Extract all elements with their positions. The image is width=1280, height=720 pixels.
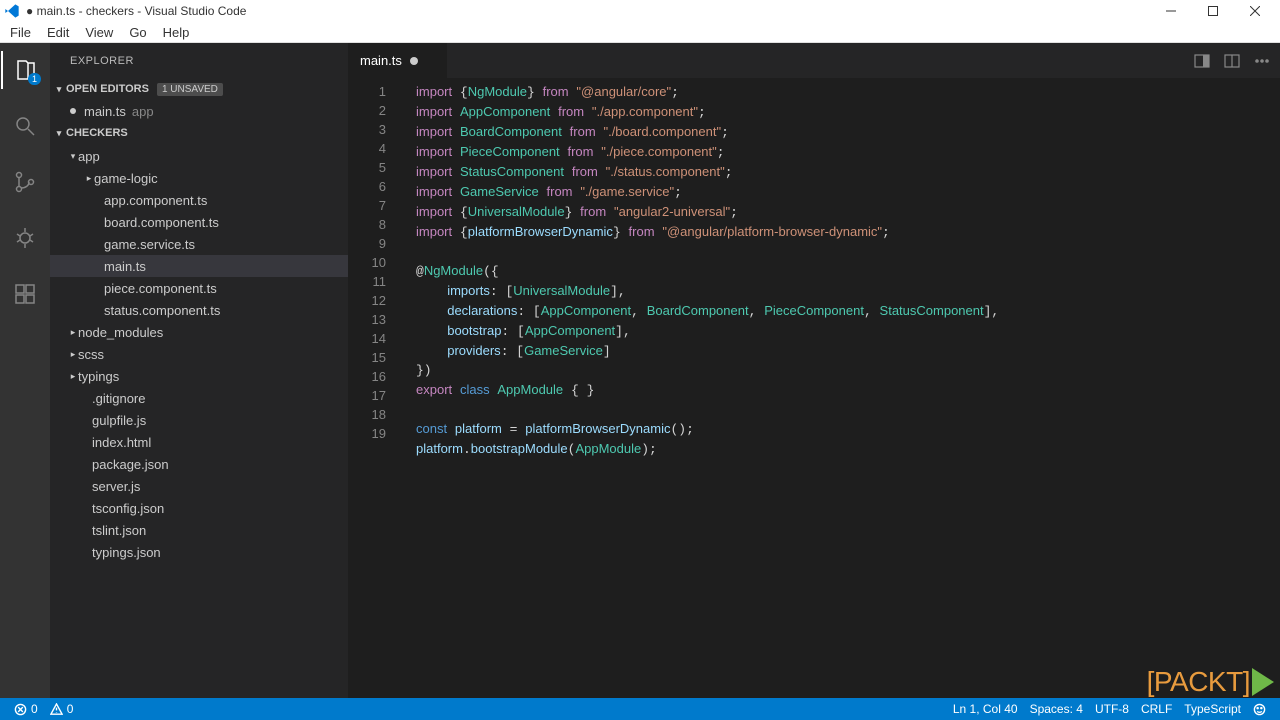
tree-item-label: piece.component.ts [104, 281, 217, 296]
activity-explorer[interactable]: 1 [1, 51, 49, 89]
tree-item-label: index.html [92, 435, 151, 450]
menu-view[interactable]: View [77, 25, 121, 40]
editor-tabs: main.ts [348, 43, 1280, 78]
tree-item-label: status.component.ts [104, 303, 220, 318]
editor-actions [1184, 43, 1280, 78]
file-item[interactable]: index.html [50, 431, 348, 453]
folder-item[interactable]: ▾app [50, 145, 348, 167]
explorer-badge: 1 [28, 73, 41, 85]
file-item[interactable]: tsconfig.json [50, 497, 348, 519]
dirty-indicator-icon [70, 108, 76, 114]
layout-icon[interactable] [1224, 53, 1240, 69]
code-content[interactable]: import {NgModule} from "@angular/core"; … [404, 78, 1280, 698]
sidebar-title: EXPLORER [50, 43, 348, 78]
open-editors-header[interactable]: ▾ OPEN EDITORS 1 UNSAVED [50, 78, 348, 100]
file-item[interactable]: typings.json [50, 541, 348, 563]
project-name: CHECKERS [66, 127, 128, 139]
chevron-right-icon: ▸ [68, 371, 78, 382]
sidebar: EXPLORER ▾ OPEN EDITORS 1 UNSAVED main.t… [50, 43, 348, 698]
activity-bar: 1 [0, 43, 50, 698]
status-encoding[interactable]: UTF-8 [1089, 698, 1135, 720]
tree-item-label: game-logic [94, 171, 158, 186]
window-title: ● main.ts - checkers - Visual Studio Cod… [26, 4, 1150, 18]
menu-go[interactable]: Go [121, 25, 154, 40]
window-titlebar: ● main.ts - checkers - Visual Studio Cod… [0, 0, 1280, 22]
folder-item[interactable]: ▸game-logic [50, 167, 348, 189]
code-editor[interactable]: 12345678910111213141516171819 import {Ng… [348, 78, 1280, 698]
tab-main-ts[interactable]: main.ts [348, 43, 448, 78]
tree-item-label: server.js [92, 479, 140, 494]
menu-help[interactable]: Help [155, 25, 198, 40]
folder-item[interactable]: ▸scss [50, 343, 348, 365]
chevron-right-icon: ▸ [84, 173, 94, 184]
split-editor-icon[interactable] [1194, 53, 1210, 69]
file-item[interactable]: gulpfile.js [50, 409, 348, 431]
activity-search[interactable] [1, 107, 49, 145]
tree-item-label: gulpfile.js [92, 413, 146, 428]
editor-group: main.ts 12345678910111213141516171819 im… [348, 43, 1280, 698]
folder-item[interactable]: ▸node_modules [50, 321, 348, 343]
tree-item-label: typings [78, 369, 119, 384]
project-header[interactable]: ▾ CHECKERS [50, 122, 348, 144]
open-editor-item[interactable]: main.ts app [50, 100, 348, 122]
line-numbers: 12345678910111213141516171819 [348, 78, 404, 698]
status-spaces[interactable]: Spaces: 4 [1024, 698, 1089, 720]
activity-source-control[interactable] [1, 163, 49, 201]
chevron-down-icon: ▾ [54, 84, 64, 95]
file-item[interactable]: package.json [50, 453, 348, 475]
tree-item-label: node_modules [78, 325, 163, 340]
folder-item[interactable]: ▸typings [50, 365, 348, 387]
status-cursor[interactable]: Ln 1, Col 40 [947, 698, 1024, 720]
open-editor-filename: main.ts [84, 104, 126, 119]
dirty-indicator-icon [410, 57, 418, 65]
menu-edit[interactable]: Edit [39, 25, 77, 40]
status-eol[interactable]: CRLF [1135, 698, 1178, 720]
unsaved-badge: 1 UNSAVED [157, 83, 223, 96]
file-item[interactable]: tslint.json [50, 519, 348, 541]
file-item[interactable]: server.js [50, 475, 348, 497]
menubar: FileEditViewGoHelp [0, 22, 1280, 43]
maximize-button[interactable] [1192, 0, 1234, 22]
tree-item-label: scss [78, 347, 104, 362]
tree-item-label: package.json [92, 457, 169, 472]
tree-item-label: tsconfig.json [92, 501, 164, 516]
tree-item-label: main.ts [104, 259, 146, 274]
tree-item-label: typings.json [92, 545, 161, 560]
tree-item-label: .gitignore [92, 391, 145, 406]
file-item[interactable]: status.component.ts [50, 299, 348, 321]
menu-file[interactable]: File [2, 25, 39, 40]
minimize-button[interactable] [1150, 0, 1192, 22]
open-editor-dir: app [132, 104, 154, 119]
file-item[interactable]: board.component.ts [50, 211, 348, 233]
tree-item-label: tslint.json [92, 523, 146, 538]
vscode-logo-icon [4, 3, 20, 19]
tree-item-label: app.component.ts [104, 193, 207, 208]
status-feedback[interactable] [1247, 698, 1272, 720]
activity-extensions[interactable] [1, 275, 49, 313]
status-warnings[interactable]: 0 [44, 698, 80, 720]
file-item[interactable]: main.ts [50, 255, 348, 277]
status-errors[interactable]: 0 [8, 698, 44, 720]
close-button[interactable] [1234, 0, 1276, 22]
file-item[interactable]: piece.component.ts [50, 277, 348, 299]
chevron-down-icon: ▾ [68, 151, 78, 162]
tree-item-label: game.service.ts [104, 237, 195, 252]
tree-item-label: board.component.ts [104, 215, 219, 230]
chevron-right-icon: ▸ [68, 327, 78, 338]
open-editors-label: OPEN EDITORS [66, 83, 149, 95]
status-language[interactable]: TypeScript [1178, 698, 1247, 720]
file-tree: ▾app▸game-logicapp.component.tsboard.com… [50, 144, 348, 563]
chevron-right-icon: ▸ [68, 349, 78, 360]
chevron-down-icon: ▾ [54, 128, 64, 139]
tab-label: main.ts [360, 53, 402, 68]
activity-debug[interactable] [1, 219, 49, 257]
more-icon[interactable] [1254, 53, 1270, 69]
file-item[interactable]: .gitignore [50, 387, 348, 409]
file-item[interactable]: game.service.ts [50, 233, 348, 255]
file-item[interactable]: app.component.ts [50, 189, 348, 211]
statusbar: 0 0 Ln 1, Col 40 Spaces: 4 UTF-8 CRLF Ty… [0, 698, 1280, 720]
tree-item-label: app [78, 149, 100, 164]
